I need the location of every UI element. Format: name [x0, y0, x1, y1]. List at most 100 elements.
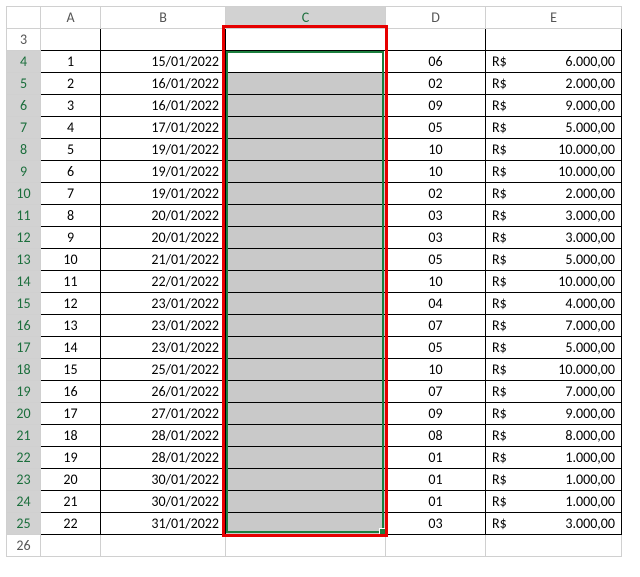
table-header-valor[interactable]: VALOR: [486, 29, 622, 51]
row-header[interactable]: 21: [7, 425, 41, 447]
row-header[interactable]: 17: [7, 337, 41, 359]
cell-vendedor[interactable]: [226, 95, 386, 117]
cell-produto[interactable]: 03: [386, 205, 486, 227]
cell-num[interactable]: 7: [41, 183, 101, 205]
cell-produto[interactable]: 10: [386, 359, 486, 381]
row-header[interactable]: 5: [7, 73, 41, 95]
empty-cell[interactable]: [41, 535, 101, 557]
row-header[interactable]: 12: [7, 227, 41, 249]
empty-cell[interactable]: [386, 535, 486, 557]
cell-vendedor[interactable]: [226, 425, 386, 447]
cell-produto[interactable]: 03: [386, 513, 486, 535]
cell-vendedor[interactable]: [226, 139, 386, 161]
row-header[interactable]: 10: [7, 183, 41, 205]
cell-produto[interactable]: 10: [386, 161, 486, 183]
cell-data[interactable]: 19/01/2022: [101, 139, 226, 161]
cell-vendedor[interactable]: [226, 513, 386, 535]
cell-num[interactable]: 16: [41, 381, 101, 403]
cell-valor[interactable]: R$1.000,00: [486, 447, 622, 469]
cell-produto[interactable]: 02: [386, 183, 486, 205]
cell-valor[interactable]: R$3.000,00: [486, 205, 622, 227]
row-header[interactable]: 23: [7, 469, 41, 491]
cell-data[interactable]: 22/01/2022: [101, 271, 226, 293]
cell-valor[interactable]: R$10.000,00: [486, 139, 622, 161]
cell-data[interactable]: 31/01/2022: [101, 513, 226, 535]
cell-data[interactable]: 16/01/2022: [101, 95, 226, 117]
cell-vendedor[interactable]: [226, 161, 386, 183]
cell-num[interactable]: 8: [41, 205, 101, 227]
table-header-produto[interactable]: PRODUTO: [386, 29, 486, 51]
row-header[interactable]: 4: [7, 51, 41, 73]
cell-num[interactable]: 1: [41, 51, 101, 73]
table-header-num[interactable]: #: [41, 29, 101, 51]
cell-produto[interactable]: 02: [386, 73, 486, 95]
cell-data[interactable]: 27/01/2022: [101, 403, 226, 425]
cell-data[interactable]: 23/01/2022: [101, 315, 226, 337]
row-header[interactable]: 13: [7, 249, 41, 271]
row-header[interactable]: 8: [7, 139, 41, 161]
cell-valor[interactable]: R$7.000,00: [486, 315, 622, 337]
cell-data[interactable]: 25/01/2022: [101, 359, 226, 381]
cell-valor[interactable]: R$10.000,00: [486, 161, 622, 183]
cell-num[interactable]: 6: [41, 161, 101, 183]
cell-valor[interactable]: R$2.000,00: [486, 183, 622, 205]
cell-num[interactable]: 21: [41, 491, 101, 513]
row-header[interactable]: 3: [7, 29, 41, 51]
row-header[interactable]: 14: [7, 271, 41, 293]
cell-vendedor[interactable]: [226, 249, 386, 271]
cell-produto[interactable]: 07: [386, 315, 486, 337]
cell-produto[interactable]: 05: [386, 117, 486, 139]
cell-valor[interactable]: R$3.000,00: [486, 513, 622, 535]
cell-num[interactable]: 18: [41, 425, 101, 447]
cell-valor[interactable]: R$3.000,00: [486, 227, 622, 249]
empty-cell[interactable]: [486, 535, 622, 557]
row-header[interactable]: 24: [7, 491, 41, 513]
cell-data[interactable]: 17/01/2022: [101, 117, 226, 139]
cell-produto[interactable]: 04: [386, 293, 486, 315]
row-header[interactable]: 15: [7, 293, 41, 315]
spreadsheet-grid[interactable]: ABCDE3#DATAVENDEDORPRODUTOVALOR4115/01/2…: [6, 6, 622, 557]
cell-produto[interactable]: 09: [386, 403, 486, 425]
cell-valor[interactable]: R$1.000,00: [486, 491, 622, 513]
cell-produto[interactable]: 01: [386, 491, 486, 513]
row-header[interactable]: 19: [7, 381, 41, 403]
cell-produto[interactable]: 01: [386, 469, 486, 491]
cell-data[interactable]: 20/01/2022: [101, 227, 226, 249]
cell-produto[interactable]: 09: [386, 95, 486, 117]
cell-num[interactable]: 10: [41, 249, 101, 271]
cell-produto[interactable]: 03: [386, 227, 486, 249]
cell-num[interactable]: 11: [41, 271, 101, 293]
row-header[interactable]: 16: [7, 315, 41, 337]
cell-data[interactable]: 30/01/2022: [101, 491, 226, 513]
cell-num[interactable]: 12: [41, 293, 101, 315]
cell-data[interactable]: 30/01/2022: [101, 469, 226, 491]
cell-produto[interactable]: 07: [386, 381, 486, 403]
cell-num[interactable]: 22: [41, 513, 101, 535]
row-header[interactable]: 18: [7, 359, 41, 381]
cell-data[interactable]: 28/01/2022: [101, 425, 226, 447]
cell-num[interactable]: 3: [41, 95, 101, 117]
cell-data[interactable]: 16/01/2022: [101, 73, 226, 95]
column-header[interactable]: A: [41, 7, 101, 29]
cell-vendedor[interactable]: [226, 403, 386, 425]
cell-data[interactable]: 20/01/2022: [101, 205, 226, 227]
cell-num[interactable]: 20: [41, 469, 101, 491]
row-header[interactable]: 26: [7, 535, 41, 557]
cell-num[interactable]: 17: [41, 403, 101, 425]
row-header[interactable]: 22: [7, 447, 41, 469]
cell-valor[interactable]: R$5.000,00: [486, 117, 622, 139]
table-header-data[interactable]: DATA: [101, 29, 226, 51]
cell-vendedor[interactable]: [226, 491, 386, 513]
cell-data[interactable]: 19/01/2022: [101, 161, 226, 183]
column-header[interactable]: E: [486, 7, 622, 29]
cell-data[interactable]: 15/01/2022: [101, 51, 226, 73]
cell-vendedor[interactable]: [226, 271, 386, 293]
cell-valor[interactable]: R$10.000,00: [486, 359, 622, 381]
cell-produto[interactable]: 10: [386, 139, 486, 161]
cell-data[interactable]: 19/01/2022: [101, 183, 226, 205]
cell-vendedor[interactable]: [226, 381, 386, 403]
row-header[interactable]: 25: [7, 513, 41, 535]
column-header[interactable]: D: [386, 7, 486, 29]
column-header[interactable]: C: [226, 7, 386, 29]
column-header[interactable]: B: [101, 7, 226, 29]
